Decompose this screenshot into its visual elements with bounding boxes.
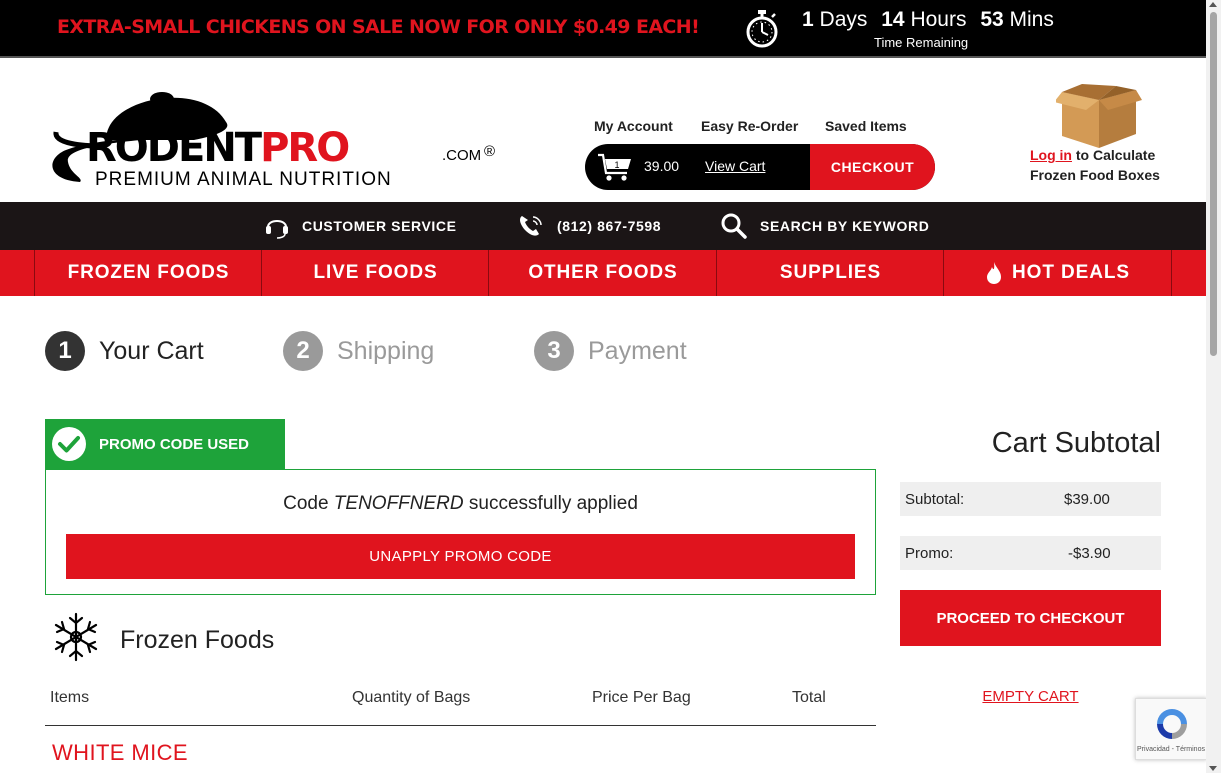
stopwatch-icon — [746, 10, 778, 48]
cart-subtotal-title: Cart Subtotal — [991, 427, 1161, 459]
promo-value: -$3.90 — [1068, 545, 1111, 562]
checkout-button[interactable]: CHECKOUT — [810, 144, 935, 190]
my-account-link[interactable]: My Account — [594, 118, 673, 134]
login-link[interactable]: Log in — [1030, 147, 1072, 163]
product-name[interactable]: WHITE MICE — [52, 740, 188, 766]
headset-icon — [266, 220, 288, 239]
sale-banner[interactable]: EXTRA-SMALL CHICKENS ON SALE NOW FOR ONL… — [0, 0, 1206, 58]
scroll-thumb[interactable] — [1210, 12, 1217, 356]
cart-total: 39.00 — [644, 158, 680, 174]
scroll-down-arrow[interactable] — [1209, 766, 1217, 771]
check-icon — [52, 427, 86, 461]
utility-bar: CUSTOMER SERVICE (812) 867-7598 SEARCH B… — [0, 202, 1206, 250]
phone-icon — [520, 216, 542, 236]
nav-frozen-foods[interactable]: FROZEN FOODS — [34, 250, 262, 296]
logo-domain: .COM — [442, 147, 481, 164]
nav-supplies[interactable]: SUPPLIES — [716, 250, 944, 296]
nav-hot-deals-label: HOT DEALS — [1012, 262, 1130, 283]
nav-other-foods[interactable]: OTHER FOODS — [488, 250, 717, 296]
logo-tagline: PREMIUM ANIMAL NUTRITION — [95, 169, 392, 190]
saved-items-link[interactable]: Saved Items — [825, 118, 907, 134]
countdown-hours-value: 14 — [881, 8, 905, 31]
customer-service-label: CUSTOMER SERVICE — [302, 218, 457, 234]
promo-message-suffix: successfully applied — [463, 493, 638, 514]
frozen-foods-title: Frozen Foods — [120, 626, 275, 654]
step-number: 1 — [45, 331, 85, 371]
col-quantity: Quantity of Bags — [352, 689, 471, 706]
customer-service-link[interactable]: CUSTOMER SERVICE — [264, 202, 457, 250]
phone-link[interactable]: (812) 867-7598 — [517, 202, 661, 250]
search-keyword-link[interactable]: SEARCH BY KEYWORD — [720, 202, 929, 250]
nav-hot-deals[interactable]: HOT DEALS — [943, 250, 1172, 296]
nav-live-foods[interactable]: LIVE FOODS — [261, 250, 489, 296]
cart-icon[interactable]: 1 — [597, 152, 633, 182]
promo-used-tag: PROMO CODE USED — [45, 419, 285, 469]
login-prompt: Log in to Calculate — [1030, 147, 1155, 163]
page-scrollbar[interactable] — [1206, 0, 1221, 773]
search-keyword-label: SEARCH BY KEYWORD — [760, 218, 930, 234]
view-cart-link[interactable]: View Cart — [705, 158, 765, 174]
step-label: Payment — [588, 336, 687, 365]
col-price: Price Per Bag — [592, 689, 691, 706]
countdown-days-value: 1 — [802, 8, 814, 31]
promo-row: Promo: -$3.90 — [900, 536, 1161, 570]
step-label: Your Cart — [99, 336, 204, 365]
countdown-hours-label: Hours — [910, 8, 967, 31]
subtotal-label: Subtotal: — [905, 491, 965, 508]
countdown-caption: Time Remaining — [874, 35, 969, 50]
promo-panel: Code TENOFFNERD successfully applied UNA… — [45, 469, 876, 595]
step-shipping: 2 Shipping — [283, 331, 434, 371]
step-your-cart: 1 Your Cart — [45, 331, 204, 371]
sale-message[interactable]: EXTRA-SMALL CHICKENS ON SALE NOW FOR ONL… — [57, 16, 700, 38]
countdown-mins-value: 53 — [980, 8, 1004, 31]
countdown-mins-label: Mins — [1009, 8, 1054, 31]
nav-divider — [1171, 250, 1172, 296]
easy-reorder-link[interactable]: Easy Re-Order — [701, 118, 798, 134]
flame-icon — [987, 262, 1002, 284]
rodentpro-logo[interactable]: RODENTPRO .COM ® PREMIUM ANIMAL NUTRITIO… — [44, 92, 504, 190]
cart-count: 1 — [614, 160, 619, 170]
promo-message-prefix: Code — [283, 493, 334, 514]
mini-cart: 1 39.00 View Cart CHECKOUT — [585, 144, 935, 190]
empty-cart-link[interactable]: EMPTY CART — [900, 688, 1161, 705]
snowflake-icon — [54, 612, 98, 662]
recaptcha-links[interactable]: Privacidad - Términos — [1136, 746, 1206, 753]
recaptcha-badge[interactable]: Privacidad - Términos — [1135, 698, 1207, 760]
step-payment: 3 Payment — [534, 331, 687, 371]
recaptcha-icon — [1157, 709, 1187, 739]
step-number: 3 — [534, 331, 574, 371]
col-total: Total — [792, 689, 826, 706]
proceed-to-checkout-button[interactable]: PROCEED TO CHECKOUT — [900, 590, 1161, 646]
phone-number: (812) 867-7598 — [557, 218, 662, 234]
countdown-days-label: Days — [819, 8, 868, 31]
promo-message: Code TENOFFNERD successfully applied — [46, 493, 875, 515]
scroll-up-arrow[interactable] — [1209, 2, 1217, 7]
page: EXTRA-SMALL CHICKENS ON SALE NOW FOR ONL… — [0, 0, 1221, 773]
step-label: Shipping — [337, 336, 435, 365]
step-number: 2 — [283, 331, 323, 371]
promo-code: TENOFFNERD — [333, 493, 464, 514]
unapply-promo-button[interactable]: UNAPPLY PROMO CODE — [66, 534, 855, 579]
main-nav: FROZEN FOODS LIVE FOODS OTHER FOODS SUPP… — [0, 250, 1206, 296]
col-items: Items — [50, 689, 90, 706]
login-prompt-line2: Frozen Food Boxes — [1030, 167, 1160, 183]
promo-used-label: PROMO CODE USED — [99, 435, 250, 453]
logo-registered: ® — [484, 143, 495, 160]
login-prompt-text: to Calculate — [1072, 147, 1156, 163]
countdown-timer: 1 Days 14 Hours 53 Mins — [802, 8, 1054, 32]
logo-brand: RODENTPRO — [86, 125, 348, 171]
search-icon — [721, 213, 747, 239]
box-icon — [1056, 84, 1142, 148]
subtotal-value: $39.00 — [1064, 491, 1110, 508]
table-divider — [45, 725, 876, 726]
subtotal-row: Subtotal: $39.00 — [900, 482, 1161, 516]
promo-label: Promo: — [905, 545, 954, 562]
